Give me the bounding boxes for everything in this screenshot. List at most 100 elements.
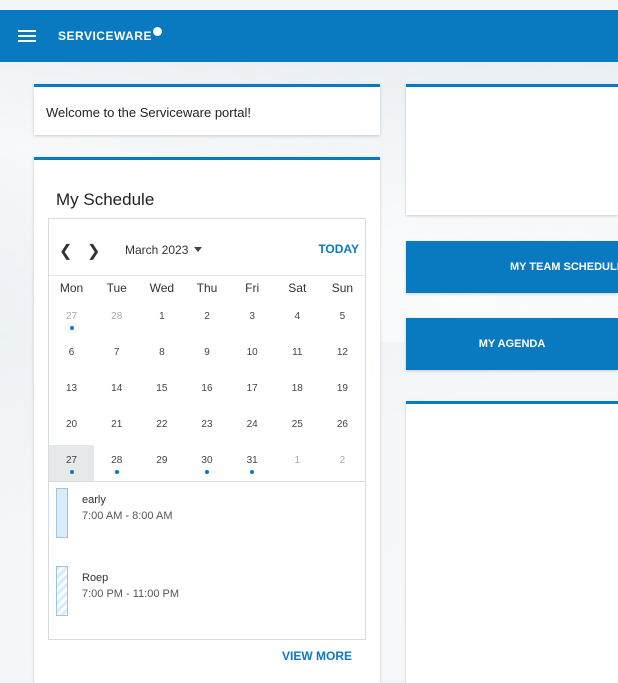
calendar-header: ❮ ❯ March 2023 TODAY	[49, 219, 365, 276]
calendar-day[interactable]: 22	[139, 409, 184, 445]
view-more-link[interactable]: VIEW MORE	[282, 649, 352, 663]
events-divider	[49, 481, 365, 482]
calendar-day-number: 30	[201, 455, 213, 466]
calendar-day[interactable]: 10	[230, 337, 275, 373]
welcome-card: Welcome to the Serviceware portal!	[34, 84, 380, 135]
calendar-day-number: 21	[111, 419, 123, 430]
calendar-day-number: 5	[339, 311, 346, 322]
event-name: Roep	[82, 572, 109, 584]
calendar-day[interactable]: 2	[184, 301, 229, 337]
calendar-day[interactable]: 16	[184, 373, 229, 409]
calendar-day[interactable]: 5	[320, 301, 365, 337]
calendar-day[interactable]: 4	[275, 301, 320, 337]
calendar-day[interactable]: 17	[230, 373, 275, 409]
my-agenda-label: MY AGENDA	[478, 338, 546, 350]
caret-down-icon	[194, 247, 203, 252]
my-team-schedule-label: MY TEAM SCHEDULE	[509, 261, 618, 273]
brand-logo[interactable]: SERVICEWARE	[58, 27, 162, 43]
event-color-bar	[56, 566, 68, 616]
calendar-day-number: 3	[249, 311, 255, 322]
calendar-day-number: 12	[336, 347, 348, 358]
chevron-right-icon[interactable]: ❯	[87, 241, 100, 261]
calendar-day[interactable]: 18	[275, 373, 320, 409]
calendar-day-number: 28	[111, 455, 123, 466]
event-indicator-dot	[250, 470, 255, 474]
my-team-schedule-button[interactable]: MY TEAM SCHEDULE	[406, 241, 618, 293]
calendar-day[interactable]: 8	[139, 337, 184, 373]
calendar-day[interactable]: 13	[49, 373, 94, 409]
calendar-day-number: 22	[156, 419, 168, 430]
weekday-label: Thu	[196, 281, 218, 295]
calendar-day[interactable]: 31	[230, 445, 275, 481]
calendar-day-number: 24	[246, 419, 258, 430]
calendar-day-number: 4	[294, 311, 301, 322]
calendar-day-number: 20	[66, 419, 78, 430]
calendar-day[interactable]: 1	[139, 301, 184, 337]
calendar-day-number: 2	[204, 311, 210, 322]
weekday-label: Sun	[331, 281, 354, 295]
calendar-day-number: 14	[111, 383, 123, 394]
calendar-day[interactable]: 28	[94, 301, 139, 337]
calendar-day-number: 10	[246, 347, 258, 358]
calendar-day-number: 16	[201, 383, 213, 394]
calendar-grid: 27 28 1 2 3 4 5 6 7 8 9 10 11 12 13 14 15 16 17 18 19 20 21 22 2…	[49, 301, 365, 481]
calendar-day-number: 17	[246, 383, 258, 394]
weekday-label: Sat	[288, 281, 307, 295]
hamburger-menu-icon[interactable]	[18, 27, 36, 45]
calendar-day[interactable]: 27	[49, 301, 94, 337]
weekday-label: Fri	[245, 281, 260, 295]
brand-mark-icon	[152, 27, 162, 36]
my-agenda-button[interactable]: MY AGENDA	[406, 318, 618, 370]
info-card	[406, 84, 618, 215]
event-item[interactable]: Roep 7:00 PM - 11:00 PM	[56, 566, 346, 618]
calendar-day[interactable]: 29	[139, 445, 184, 481]
calendar-day-number: 25	[291, 419, 303, 430]
weekday-label: Wed	[149, 281, 175, 295]
calendar-day-number: 28	[111, 311, 123, 322]
month-label: March 2023	[125, 243, 189, 257]
calendar-day[interactable]: 21	[94, 409, 139, 445]
weekday-header: Mon Tue Wed Thu Fri Sat Sun	[49, 281, 365, 299]
weekday-label: Mon	[59, 281, 84, 295]
calendar-day-number: 7	[113, 347, 120, 358]
calendar-day-number: 1	[294, 455, 301, 466]
event-time: 7:00 AM - 8:00 AM	[82, 510, 173, 522]
calendar-day[interactable]: 12	[320, 337, 365, 373]
calendar-day[interactable]: 27	[49, 445, 95, 481]
event-name: early	[82, 494, 106, 506]
calendar-day[interactable]: 7	[94, 337, 139, 373]
calendar-day[interactable]: 19	[320, 373, 365, 409]
calendar-day[interactable]: 14	[94, 373, 139, 409]
calendar-day[interactable]: 2	[320, 445, 365, 481]
calendar-day[interactable]: 3	[230, 301, 275, 337]
event-color-bar	[56, 488, 68, 538]
calendar-day-number: 29	[156, 455, 168, 466]
calendar-day[interactable]: 26	[320, 409, 365, 445]
calendar-day[interactable]: 11	[275, 337, 320, 373]
event-indicator-dot	[69, 470, 74, 474]
chevron-left-icon[interactable]: ❮	[59, 241, 72, 261]
event-item[interactable]: early 7:00 AM - 8:00 AM	[56, 488, 346, 540]
calendar-day-number: 9	[204, 347, 210, 358]
calendar-day[interactable]: 15	[139, 373, 184, 409]
calendar-day-number: 19	[336, 383, 348, 394]
calendar-day[interactable]: 24	[230, 409, 275, 445]
event-indicator-dot	[204, 470, 209, 474]
calendar-day[interactable]: 9	[184, 337, 229, 373]
calendar-day[interactable]: 30	[184, 445, 229, 481]
calendar-day[interactable]: 25	[275, 409, 320, 445]
calendar-day[interactable]: 28	[94, 445, 139, 481]
schedule-title: My Schedule	[56, 190, 155, 209]
calendar-day-number: 27	[66, 455, 78, 466]
calendar-day-number: 15	[156, 383, 168, 394]
calendar-day[interactable]: 20	[49, 409, 94, 445]
calendar-day-number: 2	[339, 455, 346, 466]
month-selector[interactable]: March 2023	[125, 243, 203, 257]
weekday-label: Tue	[106, 281, 127, 295]
calendar-day-number: 11	[292, 347, 303, 358]
calendar-day[interactable]: 6	[49, 337, 94, 373]
calendar-day[interactable]: 1	[275, 445, 320, 481]
today-button[interactable]: TODAY	[318, 242, 359, 256]
calendar-day-number: 13	[66, 383, 78, 394]
calendar-day[interactable]: 23	[184, 409, 229, 445]
